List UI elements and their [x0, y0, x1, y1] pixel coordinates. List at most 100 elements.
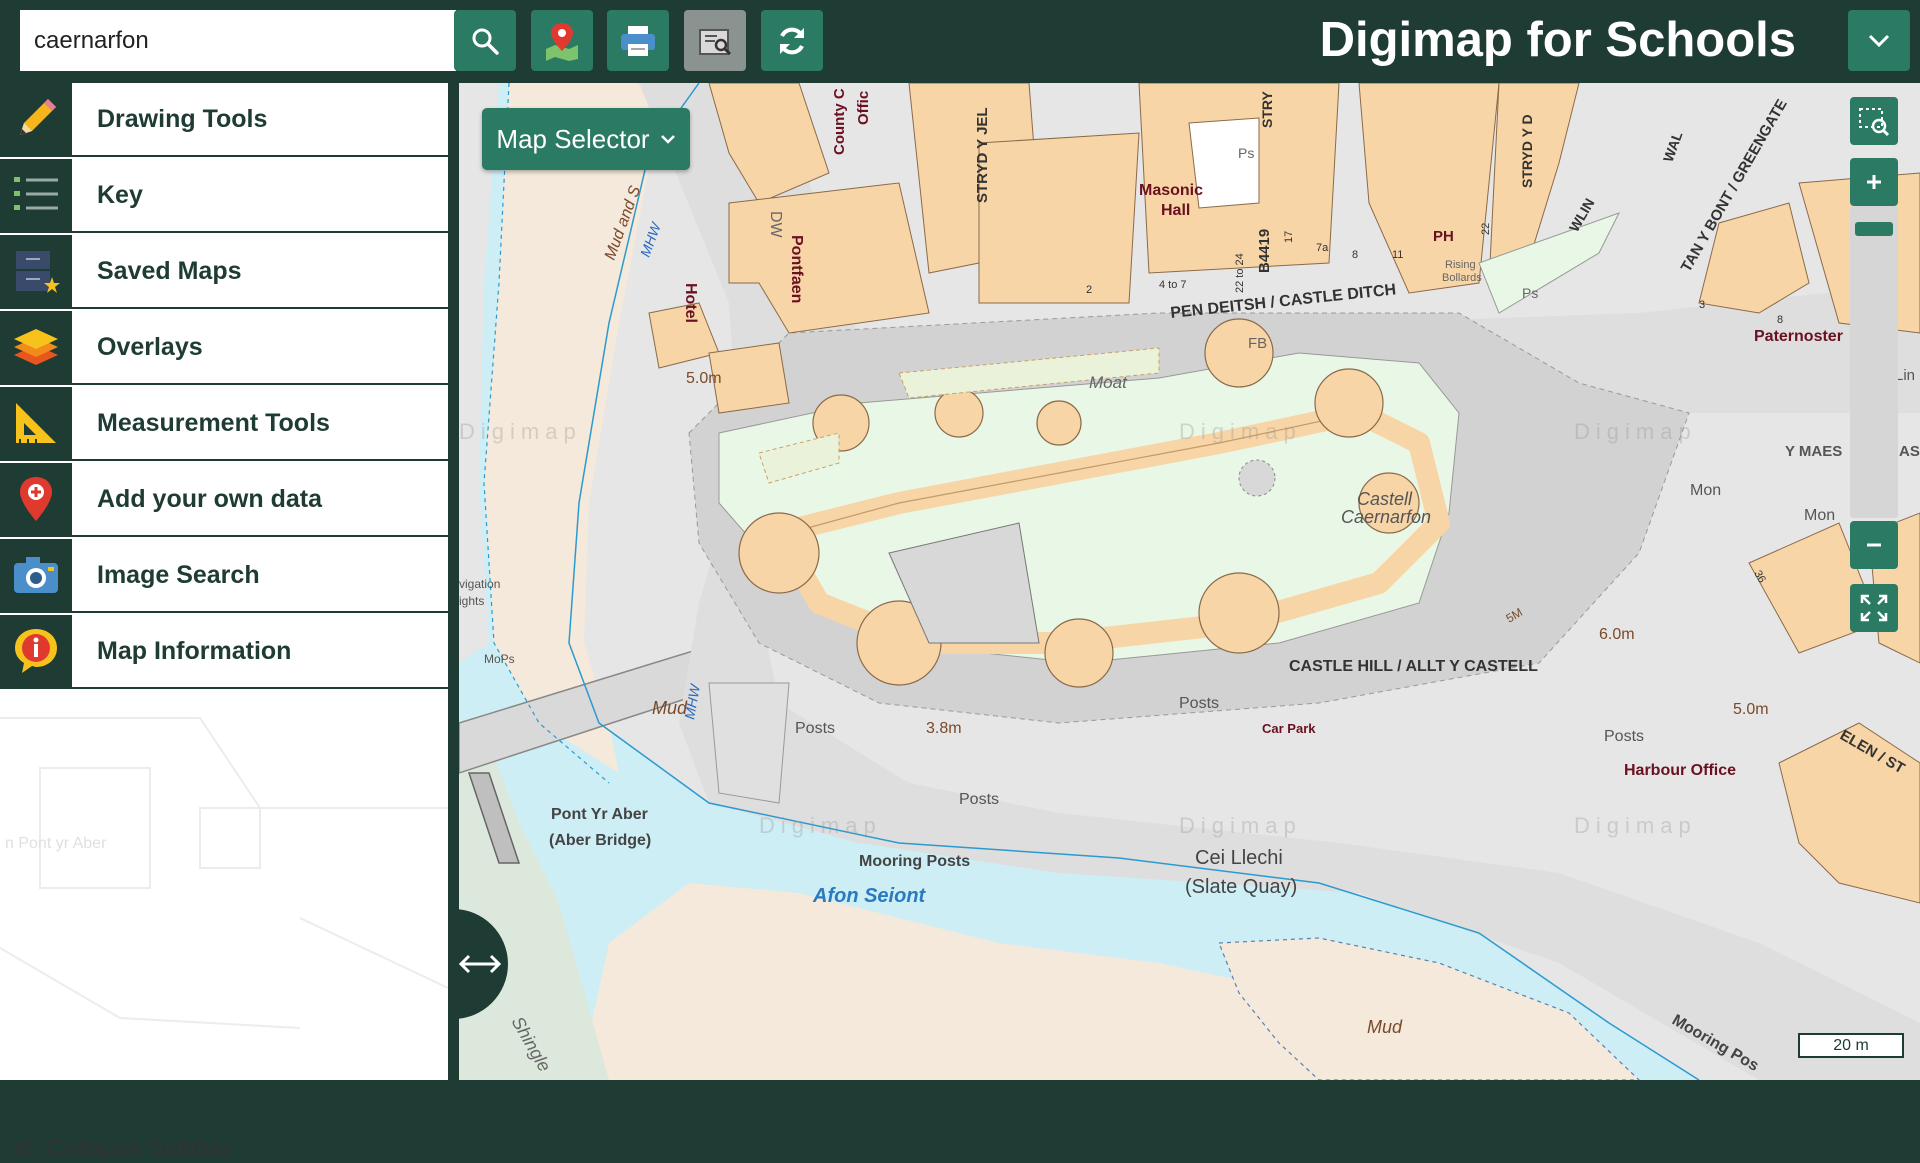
screen-search-button[interactable] [684, 10, 746, 71]
minus-icon [1867, 543, 1881, 547]
svg-text:3: 3 [1699, 299, 1705, 311]
svg-text:Pont Yr Aber: Pont Yr Aber [551, 806, 648, 823]
pencil-icon [20, 99, 56, 135]
zoom-to-selection-button[interactable] [1850, 97, 1898, 145]
plus-icon [1867, 175, 1881, 189]
svg-text:Moat: Moat [1089, 373, 1128, 392]
svg-text:Mud: Mud [1367, 1017, 1403, 1037]
info-icon [15, 629, 57, 673]
svg-text:CASTLE HILL / ALLT Y CASTELL: CASTLE HILL / ALLT Y CASTELL [1289, 658, 1538, 675]
map-pin-icon [546, 22, 578, 61]
camera-icon [14, 557, 58, 593]
fullscreen-button[interactable] [1850, 584, 1898, 632]
svg-text:4 to 7: 4 to 7 [1159, 279, 1187, 291]
svg-text:Digimap: Digimap [1574, 419, 1697, 444]
svg-text:(Slate Quay): (Slate Quay) [1185, 876, 1297, 898]
zoom-slider[interactable] [1850, 206, 1898, 518]
collapse-sidebar-button[interactable]: Collapse Sidebar [12, 1135, 231, 1163]
svg-text:5.0m: 5.0m [1733, 701, 1769, 718]
svg-text:ights: ights [459, 594, 484, 608]
sidebar-item-label: Key [97, 180, 143, 209]
zoom-selection-icon [1859, 108, 1890, 137]
svg-text:Mud: Mud [652, 698, 688, 718]
svg-text:Digimap: Digimap [1179, 419, 1302, 444]
refresh-icon [780, 27, 804, 54]
header-menu-button[interactable] [1848, 10, 1910, 71]
svg-text:Paternoster: Paternoster [1754, 328, 1843, 345]
svg-text:Posts: Posts [795, 720, 835, 737]
svg-text:AST: AST [1899, 443, 1920, 460]
svg-text:Rising: Rising [1445, 259, 1476, 271]
svg-text:Mooring Posts: Mooring Posts [859, 853, 970, 870]
resize-arrows-icon [458, 954, 502, 974]
sidebar-item-drawing-tools[interactable]: Drawing Tools [0, 83, 448, 157]
print-button[interactable] [607, 10, 669, 71]
svg-text:17: 17 [1283, 231, 1295, 243]
refresh-button[interactable] [761, 10, 823, 71]
svg-text:Castell: Castell [1357, 489, 1413, 509]
svg-text:5.0m: 5.0m [686, 370, 722, 387]
svg-text:Car Park: Car Park [1262, 721, 1316, 736]
fullscreen-icon [1860, 594, 1888, 622]
svg-text:Hotel: Hotel [682, 283, 699, 323]
svg-text:STRYD Y D: STRYD Y D [1519, 114, 1535, 188]
location-add-icon [20, 477, 52, 521]
sidebar-item-label: Map Information [97, 636, 292, 665]
svg-text:Posts: Posts [1179, 695, 1219, 712]
svg-text:STRY: STRY [1259, 91, 1275, 128]
sidebar-item-label: Image Search [97, 560, 260, 589]
sidebar-item-label: Overlays [97, 332, 203, 361]
chevron-down-icon [1868, 34, 1890, 47]
saved-maps-icon [16, 251, 60, 293]
svg-text:Masonic: Masonic [1139, 182, 1203, 199]
sidebar-item-label: Drawing Tools [97, 104, 268, 133]
search-input[interactable] [20, 10, 456, 71]
collapse-sidebar-label: Collapse Sidebar [48, 1135, 231, 1162]
svg-text:7a: 7a [1316, 242, 1329, 254]
svg-text:8: 8 [1352, 249, 1358, 261]
svg-text:11: 11 [1392, 249, 1403, 261]
top-bar: Digimap for Schools [0, 0, 1920, 83]
search-button[interactable] [454, 10, 516, 71]
map-selector-button[interactable]: Map Selector [482, 108, 690, 170]
zoom-out-button[interactable] [1850, 521, 1898, 569]
sidebar-item-key[interactable]: Key [0, 159, 448, 233]
svg-text:3.8m: 3.8m [926, 720, 962, 737]
sidebar-item-map-information[interactable]: Map Information [0, 615, 448, 689]
svg-text:Digimap: Digimap [459, 419, 582, 444]
map-canvas[interactable]: PEN DEITSH / CASTLE DITCH CASTLE HILL / … [459, 83, 1920, 1080]
zoom-slider-thumb[interactable] [1855, 222, 1893, 236]
zoom-in-button[interactable] [1850, 158, 1898, 206]
svg-text:Pontfaen: Pontfaen [788, 235, 805, 303]
svg-text:22: 22 [1480, 223, 1492, 235]
sidebar-item-measurement-tools[interactable]: Measurement Tools [0, 387, 448, 461]
svg-text:FB: FB [1248, 335, 1267, 352]
layers-icon [14, 329, 58, 365]
sidebar-item-saved-maps[interactable]: Saved Maps [0, 235, 448, 309]
search-icon [472, 28, 499, 55]
svg-text:6.0m: 6.0m [1599, 626, 1635, 643]
app-title: Digimap for Schools [1319, 13, 1796, 67]
svg-text:vigation: vigation [459, 577, 500, 591]
svg-text:Ps: Ps [1522, 285, 1538, 301]
svg-text:Harbour Office: Harbour Office [1624, 762, 1736, 779]
svg-text:Posts: Posts [959, 791, 999, 808]
svg-text:County C: County C [831, 88, 848, 155]
svg-text:2: 2 [1086, 284, 1092, 296]
screen-search-icon [699, 28, 732, 55]
printer-icon [621, 25, 655, 56]
svg-text:Mon: Mon [1690, 482, 1721, 499]
svg-text:Lin: Lin [1895, 367, 1915, 384]
sidebar-item-add-your-own-data[interactable]: Add your own data [0, 463, 448, 537]
sidebar-item-image-search[interactable]: Image Search [0, 539, 448, 613]
svg-text:Digimap: Digimap [759, 813, 882, 838]
svg-text:Bollards: Bollards [1442, 272, 1482, 284]
map-selector-label: Map Selector [496, 123, 650, 154]
scale-bar: 20 m [1798, 1033, 1904, 1058]
sidebar-item-label: Measurement Tools [97, 408, 330, 437]
svg-text:PH: PH [1433, 228, 1454, 245]
svg-text:Ps: Ps [1238, 145, 1254, 161]
place-marker-button[interactable] [531, 10, 593, 71]
svg-text:(Aber Bridge): (Aber Bridge) [549, 832, 651, 849]
sidebar-item-overlays[interactable]: Overlays [0, 311, 448, 385]
